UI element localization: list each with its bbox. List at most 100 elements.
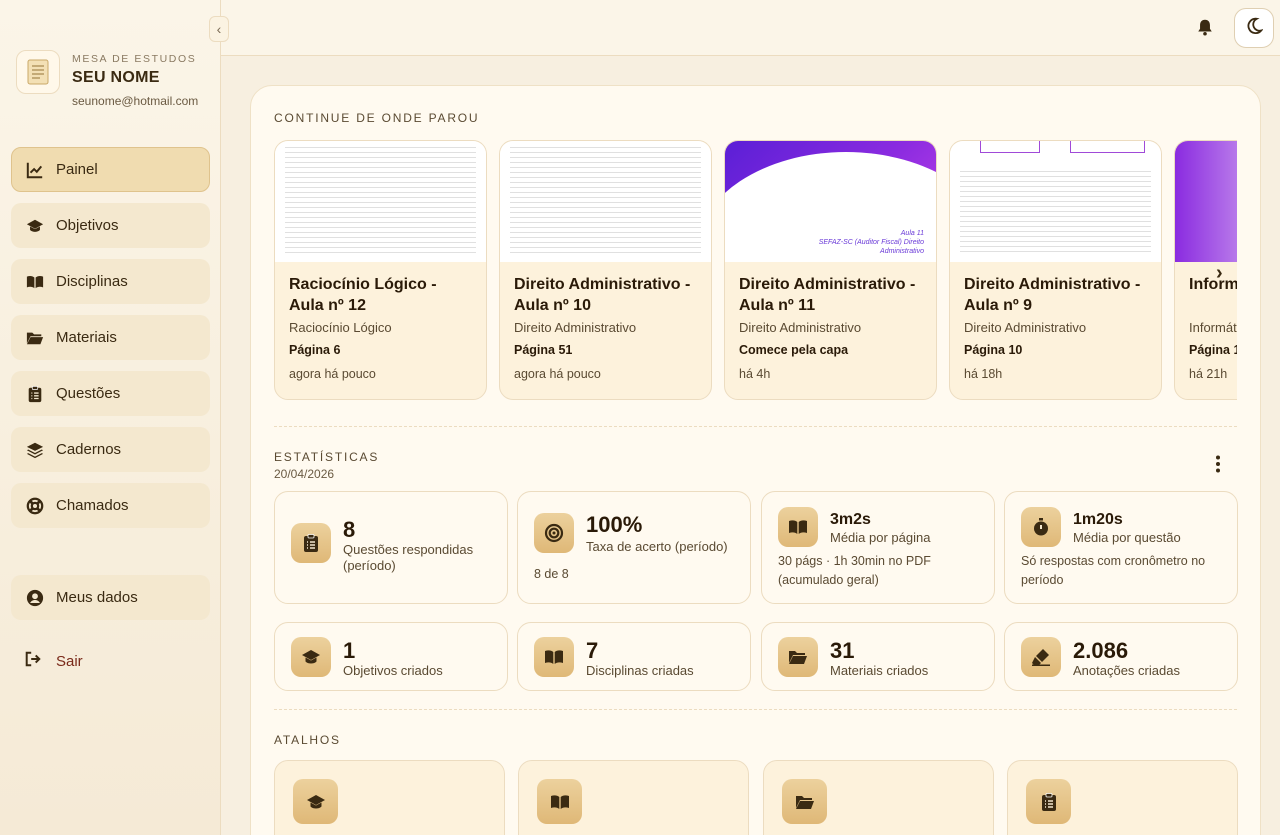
sidebar-item-disciplinas[interactable]: Disciplinas (11, 259, 210, 304)
user-name: SEU NOME (72, 69, 160, 86)
folder-open-icon (26, 329, 44, 347)
book-open-icon (26, 273, 44, 291)
recent-card[interactable]: Direito Administrativo - Aula nº 10 Dire… (499, 140, 712, 400)
sidebar-item-label: Cadernos (56, 441, 122, 458)
stats-date: 20/04/2026 (274, 467, 335, 481)
graduation-cap-icon (26, 217, 44, 235)
card-title: Direito Administrativo - Aula nº 10 (514, 276, 691, 314)
sidebar-item-label: Questões (56, 385, 121, 402)
folder-open-icon (782, 779, 827, 824)
recent-card[interactable]: Aula 11 SEFAZ-SC (Auditor Fiscal) Direit… (724, 140, 937, 400)
topbar (221, 0, 1280, 56)
continue-section-title: CONTINUE DE ONDE PAROU (274, 111, 480, 125)
stat-note: Só respostas com cronômetro no período (1021, 554, 1206, 587)
cover-text: Aula 11 SEFAZ-SC (Auditor Fiscal) Direit… (818, 230, 924, 255)
sidebar-item-label: Painel (56, 161, 98, 178)
page-thumbnail (275, 141, 486, 262)
carousel-next-button[interactable]: › (1216, 262, 1238, 284)
card-time: agora há pouco (514, 367, 601, 381)
divider (274, 709, 1237, 710)
stopwatch-icon (1021, 507, 1061, 547)
clipboard-list-icon (26, 385, 44, 403)
sidebar-item-label: Objetivos (56, 217, 119, 234)
shortcut-objetivos[interactable] (274, 760, 505, 835)
sidebar-item-questoes[interactable]: Questões (11, 371, 210, 416)
sidebar-item-chamados[interactable]: Chamados (11, 483, 210, 528)
stat-card-objectives: 1 Objetivos criados (274, 622, 508, 691)
book-open-icon (534, 637, 574, 677)
card-time: há 18h (964, 367, 1003, 381)
stat-note: 8 de 8 (534, 567, 569, 581)
logout-button[interactable]: Sair (24, 650, 83, 672)
page-thumbnail (950, 141, 1161, 262)
sidebar: MESA DE ESTUDOS SEU NOME seunome@hotmail… (0, 0, 221, 835)
stat-card-question-time: 1m20s Média por questão Só respostas com… (1004, 491, 1238, 604)
card-time: agora há pouco (289, 367, 376, 381)
stat-label: Taxa de acerto (período) (586, 539, 728, 554)
sidebar-item-objetivos[interactable]: Objetivos (11, 203, 210, 248)
lifebuoy-icon (26, 497, 44, 515)
stat-value: 31 (830, 638, 855, 663)
sidebar-item-label: Materiais (56, 329, 117, 346)
card-title: Direito Administrativo - Aula nº 9 (964, 276, 1141, 314)
card-subject: Informát (1189, 320, 1237, 335)
divider (274, 426, 1237, 427)
stat-value: 1 (343, 638, 356, 663)
stat-label: Objetivos criados (343, 663, 443, 678)
card-title: Direito Administrativo - Aula nº 11 (739, 276, 916, 314)
stat-card-materials: 31 Materiais criados (761, 622, 995, 691)
recent-materials-carousel: Raciocínio Lógico - Aula nº 12 Raciocíni… (274, 140, 1237, 402)
sidebar-item-meus-dados[interactable]: Meus dados (11, 575, 210, 620)
stat-label: Materiais criados (830, 663, 929, 678)
stat-label: Questões respondidas (período) (343, 542, 474, 573)
cover-thumbnail: Aula 11 SEFAZ-SC (Auditor Fiscal) Direit… (725, 141, 936, 262)
stat-label: Anotações criadas (1073, 663, 1180, 678)
card-subject: Direito Administrativo (739, 320, 862, 335)
theme-toggle-button[interactable] (1234, 8, 1274, 48)
notebook-icon (16, 50, 60, 94)
user-circle-icon (26, 589, 44, 607)
chevron-right-icon: › (1216, 262, 1223, 284)
sidebar-item-painel[interactable]: Painel (11, 147, 210, 192)
shortcuts-section-title: ATALHOS (274, 733, 341, 747)
cover-thumbnail (1175, 141, 1237, 262)
logout-label: Sair (56, 652, 83, 670)
target-icon (534, 513, 574, 553)
bell-icon[interactable] (1196, 18, 1216, 38)
clipboard-list-icon (291, 523, 331, 563)
stat-card-questions: 8 Questões respondidas (período) (274, 491, 508, 604)
brand-caption: MESA DE ESTUDOS (72, 53, 197, 65)
collapse-sidebar-button[interactable]: ‹ (209, 16, 229, 42)
book-open-icon (537, 779, 582, 824)
shortcut-questoes[interactable] (1007, 760, 1238, 835)
shortcut-disciplinas[interactable] (518, 760, 749, 835)
stat-card-page-time: 3m2s Média por página 30 págs · 1h 30min… (761, 491, 995, 604)
card-subject: Direito Administrativo (964, 320, 1087, 335)
recent-card[interactable]: Direito Administrativo - Aula nº 9 Direi… (949, 140, 1162, 400)
more-options-button[interactable] (1214, 455, 1222, 473)
graduation-cap-icon (291, 637, 331, 677)
recent-card[interactable]: Raciocínio Lógico - Aula nº 12 Raciocíni… (274, 140, 487, 400)
stat-card-accuracy: 100% Taxa de acerto (período) 8 de 8 (517, 491, 751, 604)
stat-value: 3m2s (830, 511, 871, 528)
sidebar-item-materiais[interactable]: Materiais (11, 315, 210, 360)
card-page: Página 51 (514, 343, 573, 357)
graduation-cap-icon (293, 779, 338, 824)
stat-label: Média por questão (1073, 530, 1181, 545)
sidebar-item-cadernos[interactable]: Cadernos (11, 427, 210, 472)
stat-label: Média por página (830, 530, 931, 545)
stat-value: 100% (586, 512, 643, 537)
layers-icon (26, 441, 44, 459)
sign-out-icon (24, 650, 42, 672)
card-subject: Direito Administrativo (514, 320, 637, 335)
shortcut-materiais[interactable] (763, 760, 994, 835)
folder-open-icon (778, 637, 818, 677)
chevron-left-icon: ‹ (216, 21, 222, 37)
card-time: há 21h (1189, 367, 1228, 381)
stats-section-title: ESTATÍSTICAS (274, 450, 380, 464)
card-page: Comece pela capa (739, 343, 849, 357)
sidebar-item-label: Disciplinas (56, 273, 128, 290)
sidebar-item-label: Meus dados (56, 589, 138, 606)
page-thumbnail (500, 141, 711, 262)
card-page: Página 6 (289, 343, 341, 357)
